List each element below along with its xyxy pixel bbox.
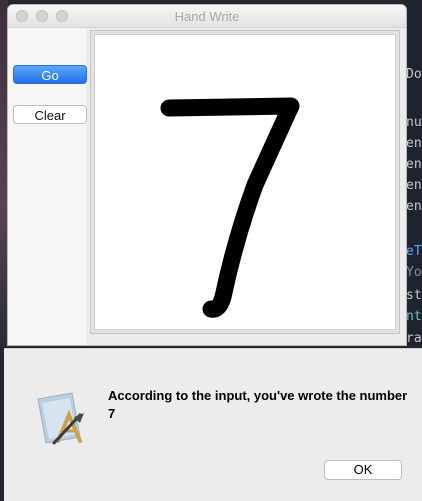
editor-line: ens bbox=[406, 136, 422, 151]
editor-line: ens bbox=[406, 157, 422, 172]
go-button[interactable]: Go bbox=[13, 65, 87, 84]
editor-line: ens bbox=[406, 199, 422, 214]
editor-line: ens bbox=[406, 178, 422, 193]
background-code-editor: Dow nu ens ens ens ens eT You st nt ra bbox=[406, 0, 422, 345]
editor-line: You bbox=[406, 265, 422, 280]
app-icon bbox=[37, 392, 84, 445]
editor-line: st bbox=[406, 288, 422, 303]
editor-line: eT bbox=[406, 244, 422, 259]
ok-button[interactable]: OK bbox=[324, 460, 402, 480]
editor-line: Dow bbox=[406, 67, 422, 82]
desktop-background bbox=[0, 0, 8, 345]
hand-write-window: Hand Write Go Clear bbox=[8, 5, 406, 345]
title-bar[interactable]: Hand Write bbox=[8, 5, 406, 28]
canvas-frame bbox=[90, 30, 400, 334]
result-alert-dialog: According to the input, you've wrote the… bbox=[4, 348, 422, 501]
window-title: Hand Write bbox=[174, 9, 240, 24]
editor-line: nu bbox=[406, 115, 422, 130]
editor-line: ra bbox=[406, 331, 422, 345]
editor-line: nt bbox=[406, 309, 422, 324]
handwritten-digit-7 bbox=[160, 97, 300, 318]
drawing-canvas[interactable] bbox=[94, 34, 396, 330]
clear-button[interactable]: Clear bbox=[13, 105, 87, 124]
alert-message: According to the input, you've wrote the… bbox=[108, 388, 408, 421]
